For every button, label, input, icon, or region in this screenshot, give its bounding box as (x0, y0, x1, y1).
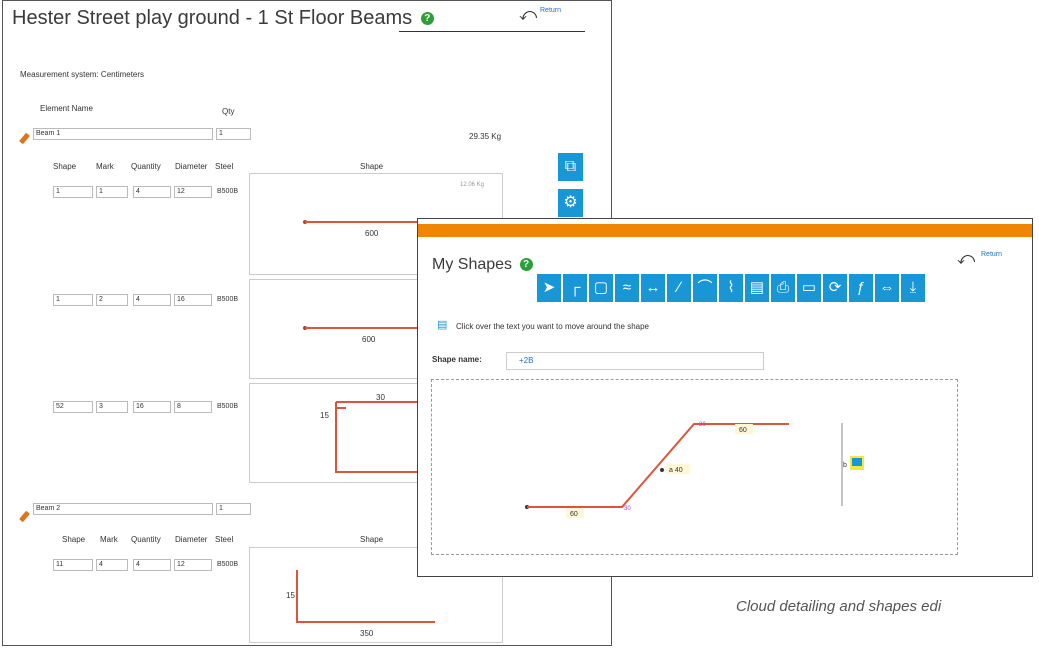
row-steel: B500B (217, 403, 239, 410)
corner-shape-icon[interactable]: ┌ (563, 274, 587, 302)
col-shape-drawing-header: Shape (360, 162, 384, 171)
window-title: My Shapes ? (432, 256, 533, 274)
col-shape-header: Shape (62, 535, 86, 544)
row-mark-field[interactable]: 3 (96, 401, 128, 413)
row-quantity-field[interactable]: 4 (133, 186, 171, 198)
arc-icon[interactable]: ⌒ (693, 274, 717, 302)
col-shape-drawing-header: Shape (360, 535, 384, 544)
row-steel: B500B (217, 296, 239, 303)
edit-pencil-icon[interactable] (19, 510, 30, 523)
measurement-system-label: Measurement system: Centimeters (20, 70, 145, 79)
row-shape-field[interactable]: 52 (53, 401, 93, 413)
title-underline (399, 31, 585, 32)
shape-drawing: 60 60 a 40 30 30 b (525, 422, 864, 518)
folder-export-icon[interactable]: ⧉ (558, 153, 583, 181)
help-icon[interactable]: ? (420, 12, 434, 26)
shape-name-label: Shape name: (432, 355, 482, 364)
caption: Cloud detailing and shapes edi (736, 598, 942, 615)
shape-name-input[interactable]: +2B (506, 352, 764, 370)
svg-text:60: 60 (739, 427, 747, 434)
header-bar (418, 224, 1032, 237)
row-diameter-field[interactable]: 12 (174, 559, 212, 571)
col-mark-header: Mark (100, 535, 118, 544)
page-title: Hester Street play ground - 1 St Floor B… (12, 7, 434, 30)
col-diameter-header: Diameter (175, 162, 208, 171)
svg-text:15: 15 (320, 411, 329, 420)
col-shape-header: Shape (53, 162, 77, 171)
spring-icon[interactable]: ≈ (615, 274, 639, 302)
edit-pencil-icon[interactable] (19, 132, 30, 145)
row-diameter-field[interactable]: 12 (174, 186, 212, 198)
return-arrow-icon[interactable]: ⤺ (519, 5, 537, 25)
col-mark-header: Mark (96, 162, 114, 171)
row-diameter-field[interactable]: 16 (174, 294, 212, 306)
row-mark-field[interactable]: 4 (96, 559, 128, 571)
row-shape-field[interactable]: 11 (53, 559, 93, 571)
svg-text:30: 30 (624, 506, 631, 512)
move-text-icon[interactable]: ▤ (745, 274, 769, 302)
svg-text:a 40: a 40 (669, 467, 683, 474)
element-name-field[interactable]: Beam 2 (33, 503, 213, 515)
hook-icon[interactable]: ⌇ (719, 274, 743, 302)
select-pointer-icon[interactable]: ➤ (537, 274, 561, 302)
dimension-icon[interactable]: ↔ (641, 274, 665, 302)
rotate-icon[interactable]: ⟳ (823, 274, 847, 302)
shape-canvas[interactable]: 60 60 a 40 30 30 b (431, 379, 958, 555)
svg-text:15: 15 (286, 591, 295, 600)
row-steel: B500B (217, 561, 239, 568)
col-steel-header: Steel (215, 162, 234, 171)
element-weight: 29.35 Kg (469, 132, 502, 141)
move-text-icon: ▤ (437, 319, 448, 331)
function-icon[interactable]: ƒ (849, 274, 873, 302)
my-shapes-window: My Shapes ? ⤺ Return ➤ ┌ ▢ ≈ ↔ ∕ ⌒ ⌇ ▤ ⎙… (417, 218, 1033, 577)
element-name-field[interactable]: Beam 1 (33, 128, 213, 140)
svg-text:60: 60 (570, 511, 578, 518)
col-steel-header: Steel (215, 535, 234, 544)
shape-toolbar: ➤ ┌ ▢ ≈ ↔ ∕ ⌒ ⌇ ▤ ⎙ ▭ ⟳ ƒ ⇔ ⤓ (537, 274, 927, 304)
element-qty-field[interactable]: 1 (216, 128, 251, 140)
qty-header: Qty (222, 107, 235, 116)
row-mark-field[interactable]: 1 (96, 186, 128, 198)
svg-text:350: 350 (360, 629, 374, 638)
help-icon[interactable]: ? (519, 258, 533, 272)
element-qty-field[interactable]: 1 (216, 503, 251, 515)
svg-text:12.06 Kg: 12.06 Kg (460, 182, 484, 188)
svg-text:30: 30 (376, 393, 385, 402)
return-arrow-icon[interactable]: ⤺ (957, 249, 975, 269)
svg-text:30: 30 (699, 422, 706, 428)
rectangle-icon[interactable]: ▭ (797, 274, 821, 302)
open-folder-icon[interactable]: ▢ (589, 274, 613, 302)
row-shape-field[interactable]: 1 (53, 294, 93, 306)
hint-text: Click over the text you want to move aro… (456, 322, 649, 331)
row-quantity-field[interactable]: 16 (133, 401, 171, 413)
download-icon[interactable]: ⤓ (901, 274, 925, 302)
return-link[interactable]: Return (540, 7, 561, 14)
row-shape-field[interactable]: 1 (53, 186, 93, 198)
row-mark-field[interactable]: 2 (96, 294, 128, 306)
row-quantity-field[interactable]: 4 (133, 294, 171, 306)
element-name-header: Element Name (40, 104, 93, 113)
svg-text:600: 600 (362, 335, 376, 344)
svg-text:b: b (843, 462, 847, 469)
col-quantity-header: Quantity (131, 535, 161, 544)
row-diameter-field[interactable]: 8 (174, 401, 212, 413)
svg-text:600: 600 (365, 229, 379, 238)
return-link[interactable]: Return (981, 251, 1002, 258)
print-icon[interactable]: ⎙ (771, 274, 795, 302)
row-quantity-field[interactable]: 4 (133, 559, 171, 571)
row-steel: B500B (217, 188, 239, 195)
col-quantity-header: Quantity (131, 162, 161, 171)
line-icon[interactable]: ∕ (667, 274, 691, 302)
col-diameter-header: Diameter (175, 535, 208, 544)
code-icon[interactable]: ⇔ (875, 274, 899, 302)
settings-icon[interactable]: ⚙ (558, 189, 583, 217)
